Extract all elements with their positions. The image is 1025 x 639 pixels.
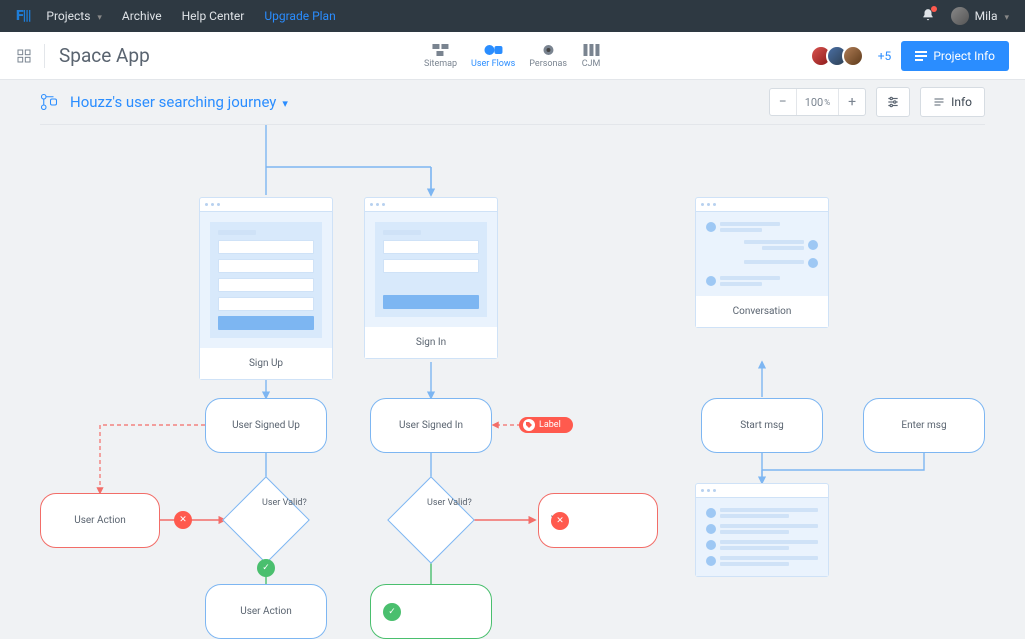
node-user-action-red[interactable]: User Action: [40, 493, 160, 548]
check-badge-icon: ✓: [257, 559, 275, 577]
page-title: Space App: [59, 44, 150, 67]
tab-personas[interactable]: Personas: [529, 43, 567, 69]
user-menu[interactable]: Mila ▾: [975, 9, 1009, 23]
node-yes-green[interactable]: ✓: [370, 584, 492, 639]
settings-button[interactable]: [876, 87, 910, 117]
logo[interactable]: F|||: [16, 8, 30, 24]
notifications-icon[interactable]: [921, 8, 935, 25]
nav-archive[interactable]: Archive: [122, 9, 162, 23]
project-info-button[interactable]: Project Info: [901, 41, 1009, 71]
zoom-in-button[interactable]: +: [839, 89, 865, 115]
node-user-signed-up[interactable]: User Signed Up: [205, 398, 327, 453]
check-icon: ✓: [383, 603, 401, 621]
node-conversation-screen[interactable]: Conversation: [695, 197, 829, 328]
label-chip[interactable]: Label: [519, 417, 573, 433]
collaborator-count[interactable]: +5: [878, 49, 892, 63]
node-enter-msg[interactable]: Enter msg: [863, 398, 985, 453]
node-yes[interactable]: ✕ Yes: [538, 493, 658, 548]
zoom-value: 100%: [796, 89, 839, 115]
x-badge-icon: ✕: [174, 511, 192, 529]
zoom-out-button[interactable]: −: [770, 89, 796, 115]
flow-canvas[interactable]: Sign Up Sign In Conversation User Signed…: [0, 125, 1025, 613]
nav-upgrade[interactable]: Upgrade Plan: [264, 9, 335, 23]
node-signin-screen[interactable]: Sign In: [364, 197, 498, 359]
sub-header: Space App Sitemap User Flows Personas CJ…: [0, 32, 1025, 80]
view-tabs: Sitemap User Flows Personas CJM: [424, 43, 601, 69]
nav-projects[interactable]: Projects ▾: [46, 9, 102, 23]
avatar: [842, 45, 864, 67]
dashboard-icon[interactable]: [16, 48, 32, 64]
info-button[interactable]: Info: [920, 87, 985, 117]
node-signup-screen[interactable]: Sign Up: [199, 197, 333, 380]
avatar[interactable]: [951, 7, 969, 25]
flow-icon: [40, 93, 58, 111]
tab-user-flows[interactable]: User Flows: [471, 43, 515, 69]
collaborators[interactable]: [816, 45, 864, 67]
journey-title[interactable]: Houzz's user searching journey▾: [70, 93, 288, 111]
top-nav: F||| Projects ▾ Archive Help Center Upgr…: [0, 0, 1025, 32]
zoom-control: − 100% +: [769, 88, 866, 116]
tab-sitemap[interactable]: Sitemap: [424, 43, 457, 69]
node-user-action-bottom[interactable]: User Action: [205, 584, 327, 639]
node-user-signed-in[interactable]: User Signed In: [370, 398, 492, 453]
tab-cjm[interactable]: CJM: [581, 43, 601, 69]
node-start-msg[interactable]: Start msg: [701, 398, 823, 453]
nav-help[interactable]: Help Center: [182, 9, 245, 23]
tag-icon: [523, 419, 535, 431]
x-icon: ✕: [551, 512, 569, 530]
node-chatlist-screen[interactable]: [695, 483, 829, 577]
flow-toolbar: Houzz's user searching journey▾ − 100% +…: [0, 80, 1025, 124]
